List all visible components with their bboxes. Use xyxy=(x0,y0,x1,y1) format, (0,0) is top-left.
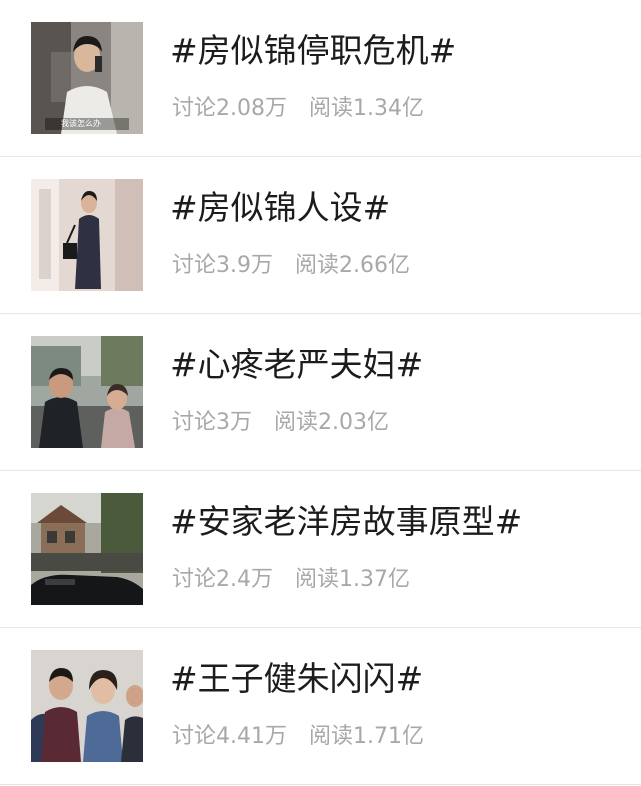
old-house-thumbnail[interactable] xyxy=(31,493,143,605)
woman-in-suit-thumbnail[interactable] xyxy=(31,179,143,291)
read-count: 阅读1.71亿 xyxy=(309,724,424,749)
discuss-count: 讨论3.9万 xyxy=(172,253,273,278)
read-count: 阅读1.34亿 xyxy=(309,96,424,121)
read-count: 阅读1.37亿 xyxy=(295,567,410,592)
read-count: 阅读2.66亿 xyxy=(295,253,410,278)
discuss-count: 讨论2.4万 xyxy=(172,567,273,592)
discuss-count: 讨论2.08万 xyxy=(172,96,287,121)
topic-title[interactable]: #心疼老严夫妇# xyxy=(170,342,423,388)
couple-on-street-photo xyxy=(31,336,143,448)
discuss-count: 讨论3万 xyxy=(172,410,252,435)
thumbnail-caption: 我该怎么办 xyxy=(61,119,101,128)
topic-row[interactable]: #心疼老严夫妇# 讨论3万 阅读2.03亿 xyxy=(0,314,641,471)
topic-title[interactable]: #王子健朱闪闪# xyxy=(170,656,423,702)
topic-title[interactable]: #安家老洋房故事原型# xyxy=(170,499,522,545)
topic-row[interactable]: #房似锦人设# 讨论3.9万 阅读2.66亿 xyxy=(0,157,641,314)
topic-stats: 讨论3.9万 阅读2.66亿 xyxy=(172,250,410,282)
topic-stats: 讨论4.41万 阅读1.71亿 xyxy=(172,721,424,753)
topic-row[interactable]: #王子健朱闪闪# 讨论4.41万 阅读1.71亿 xyxy=(0,628,641,785)
group-in-uniform-photo xyxy=(31,650,143,762)
read-count: 阅读2.03亿 xyxy=(274,410,389,435)
topic-row[interactable]: 我该怎么办 #房似锦停职危机# 讨论2.08万 阅读1.34亿 xyxy=(0,0,641,157)
woman-on-phone-thumbnail[interactable]: 我该怎么办 xyxy=(31,22,143,134)
discuss-count: 讨论4.41万 xyxy=(172,724,287,749)
topic-stats: 讨论2.4万 阅读1.37亿 xyxy=(172,564,410,596)
topic-title[interactable]: #房似锦人设# xyxy=(170,185,390,231)
topic-stats: 讨论3万 阅读2.03亿 xyxy=(172,407,389,439)
topic-title[interactable]: #房似锦停职危机# xyxy=(170,28,456,74)
topic-stats: 讨论2.08万 阅读1.34亿 xyxy=(172,93,424,125)
group-in-uniform-thumbnail[interactable] xyxy=(31,650,143,762)
topic-row[interactable]: #安家老洋房故事原型# 讨论2.4万 阅读1.37亿 xyxy=(0,471,641,628)
old-house-photo xyxy=(31,493,143,605)
topic-list: 我该怎么办 #房似锦停职危机# 讨论2.08万 阅读1.34亿 #房似锦人设# 讨… xyxy=(0,0,641,786)
couple-on-street-thumbnail[interactable] xyxy=(31,336,143,448)
woman-in-suit-photo xyxy=(31,179,143,291)
